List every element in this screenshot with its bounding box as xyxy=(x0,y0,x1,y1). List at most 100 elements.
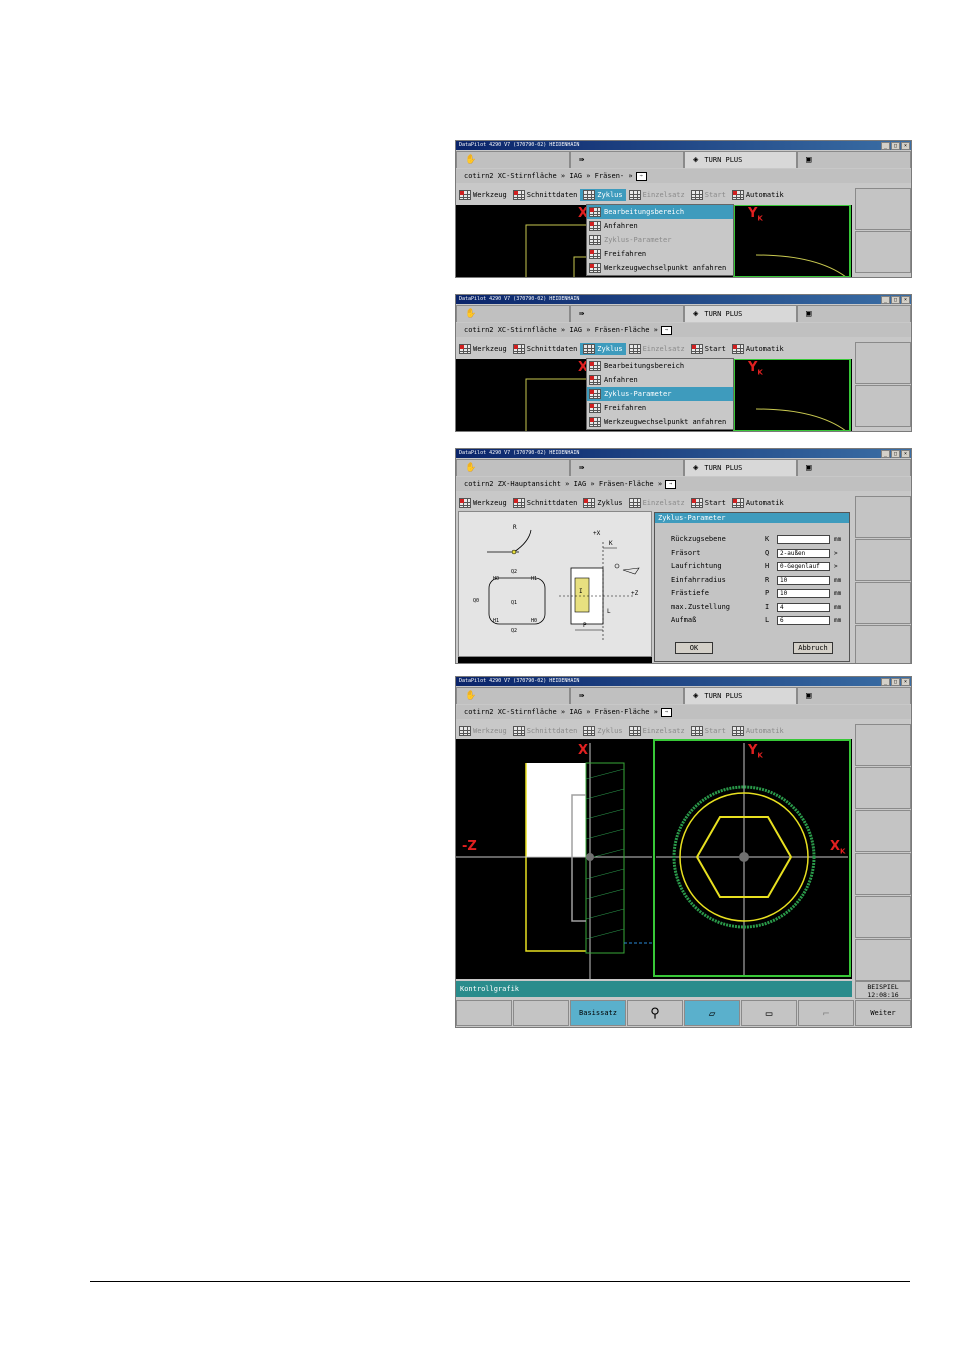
side-softkey[interactable] xyxy=(855,625,911,663)
tab-program[interactable]: ⇛ xyxy=(570,305,684,322)
param-input-rueckzugsebene[interactable] xyxy=(777,534,830,544)
menu-automatik[interactable]: Automatik xyxy=(729,725,787,737)
menu-werkzeug[interactable]: Werkzeug xyxy=(456,725,510,737)
param-input-aufmass[interactable]: 6 xyxy=(777,615,830,625)
menu-start[interactable]: Start xyxy=(688,189,729,201)
dropdown-item-bearbeitungsbereich[interactable]: Bearbeitungsbereich xyxy=(587,359,733,373)
menu-schnittdaten[interactable]: Schnittdaten xyxy=(510,189,581,201)
minimize-button[interactable]: _ xyxy=(881,296,890,304)
menu-start[interactable]: Start xyxy=(688,497,729,509)
side-softkey[interactable] xyxy=(855,853,911,895)
param-unit: mm xyxy=(834,535,842,543)
side-softkey[interactable] xyxy=(855,724,911,766)
tab-turn-plus[interactable]: ◈ TURN PLUS xyxy=(684,459,797,476)
softkey-1[interactable] xyxy=(456,1000,512,1026)
side-softkey[interactable] xyxy=(855,939,911,981)
softkey-2[interactable] xyxy=(513,1000,569,1026)
tab-turn-plus[interactable]: ◈ TURN PLUS xyxy=(684,687,797,704)
grid-icon xyxy=(512,726,525,736)
param-input-einfahrradius[interactable]: 10 xyxy=(777,575,830,585)
dropdown-item-anfahren[interactable]: Anfahren xyxy=(587,373,733,387)
tab-turn-plus[interactable]: ◈ TURN PLUS xyxy=(684,151,797,168)
breadcrumb-arrow-icon: ⇒ xyxy=(660,325,672,335)
menu-automatik[interactable]: Automatik xyxy=(729,343,787,355)
menu-start[interactable]: Start xyxy=(688,343,729,355)
maximize-button[interactable]: □ xyxy=(891,450,900,458)
tab-manual[interactable]: ✋ xyxy=(456,305,570,322)
tab-program[interactable]: ⇛ xyxy=(570,151,684,168)
menu-zyklus[interactable]: Zyklus xyxy=(580,725,625,737)
menu-zyklus[interactable]: Zyklus xyxy=(580,189,626,201)
minimize-button[interactable]: _ xyxy=(881,450,890,458)
dropdown-item-freifahren[interactable]: Freifahren xyxy=(587,247,733,261)
tab-program[interactable]: ⇛ xyxy=(570,459,684,476)
maximize-button[interactable]: □ xyxy=(891,142,900,150)
dropdown-item-bearbeitungsbereich[interactable]: Bearbeitungsbereich xyxy=(587,205,733,219)
graphic-off-softkey[interactable]: ⌐ xyxy=(798,1000,854,1026)
dropdown-item-freifahren[interactable]: Freifahren xyxy=(587,401,733,415)
menu-automatik[interactable]: Automatik xyxy=(729,497,787,509)
menu-automatik[interactable]: Automatik xyxy=(729,189,787,201)
menu-einzelsatz[interactable]: Einzelsatz xyxy=(626,497,688,509)
param-input-laufrichtung[interactable]: 0-Gegenlauf xyxy=(777,561,830,571)
minimize-button[interactable]: _ xyxy=(881,142,890,150)
tab-save[interactable]: ▣ xyxy=(797,687,911,704)
param-input-max-zustellung[interactable]: 4 xyxy=(777,602,830,612)
menu-werkzeug[interactable]: Werkzeug xyxy=(456,497,510,509)
menu-schnittdaten[interactable]: Schnittdaten xyxy=(510,725,581,737)
dropdown-item-werkzeugwechselpunkt[interactable]: Werkzeugwechselpunkt anfahren xyxy=(587,261,733,275)
menu-zyklus[interactable]: Zyklus xyxy=(580,343,626,355)
menu-werkzeug[interactable]: Werkzeug xyxy=(456,343,510,355)
maximize-button[interactable]: □ xyxy=(891,296,900,304)
side-softkey[interactable] xyxy=(855,539,911,581)
menu-einzelsatz[interactable]: Einzelsatz xyxy=(626,725,688,737)
side-softkey[interactable] xyxy=(855,342,911,384)
maximize-button[interactable]: □ xyxy=(891,678,900,686)
param-input-fraesort[interactable]: 2-außen xyxy=(777,548,830,558)
param-row: max.Zustellung I 4 mm xyxy=(671,601,848,613)
graphic-alt-softkey[interactable]: ▭ xyxy=(741,1000,797,1026)
param-unit[interactable]: > xyxy=(830,563,848,570)
cancel-button[interactable]: Abbruch xyxy=(793,642,833,654)
tab-manual[interactable]: ✋ xyxy=(456,687,570,704)
tab-save[interactable]: ▣ xyxy=(797,305,911,322)
dropdown-item-anfahren[interactable]: Anfahren xyxy=(587,219,733,233)
tab-manual[interactable]: ✋ xyxy=(456,151,570,168)
side-softkey[interactable] xyxy=(855,385,911,427)
minimize-button[interactable]: _ xyxy=(881,678,890,686)
param-input-fraestiefe[interactable]: 10 xyxy=(777,588,830,598)
menu-schnittdaten[interactable]: Schnittdaten xyxy=(510,343,581,355)
menu-einzelsatz[interactable]: Einzelsatz xyxy=(626,343,688,355)
close-button[interactable]: × xyxy=(901,450,910,458)
menu-werkzeug[interactable]: Werkzeug xyxy=(456,189,510,201)
menu-start[interactable]: Start xyxy=(688,725,729,737)
basissatz-button[interactable]: Basissatz xyxy=(570,1000,626,1026)
tab-manual[interactable]: ✋ xyxy=(456,459,570,476)
tab-save[interactable]: ▣ xyxy=(797,459,911,476)
zoom-softkey[interactable]: ⚲ xyxy=(627,1000,683,1026)
side-softkey[interactable] xyxy=(855,231,911,273)
dropdown-item-zyklus-parameter[interactable]: Zyklus-Parameter xyxy=(587,233,733,247)
side-softkey[interactable] xyxy=(855,582,911,624)
grid-icon xyxy=(459,344,471,354)
ok-button[interactable]: OK xyxy=(675,642,713,654)
menu-zyklus[interactable]: Zyklus xyxy=(580,497,625,509)
dropdown-item-werkzeugwechselpunkt[interactable]: Werkzeugwechselpunkt anfahren xyxy=(587,415,733,429)
close-button[interactable]: × xyxy=(901,142,910,150)
side-softkey[interactable] xyxy=(855,496,911,538)
close-button[interactable]: × xyxy=(901,678,910,686)
menu-schnittdaten[interactable]: Schnittdaten xyxy=(510,497,581,509)
side-softkey[interactable] xyxy=(855,767,911,809)
side-softkey[interactable] xyxy=(855,188,911,230)
side-softkey[interactable] xyxy=(855,810,911,852)
dropdown-item-zyklus-parameter[interactable]: Zyklus-Parameter xyxy=(587,387,733,401)
tab-turn-plus[interactable]: ◈ TURN PLUS xyxy=(684,305,797,322)
weiter-button[interactable]: Weiter xyxy=(855,1000,911,1026)
graphic-view-softkey[interactable]: ▱ xyxy=(684,1000,740,1026)
close-button[interactable]: × xyxy=(901,296,910,304)
side-softkey[interactable] xyxy=(855,896,911,938)
tab-program[interactable]: ⇛ xyxy=(570,687,684,704)
tab-save[interactable]: ▣ xyxy=(797,151,911,168)
param-unit[interactable]: > xyxy=(830,550,848,557)
menu-einzelsatz[interactable]: Einzelsatz xyxy=(626,189,688,201)
